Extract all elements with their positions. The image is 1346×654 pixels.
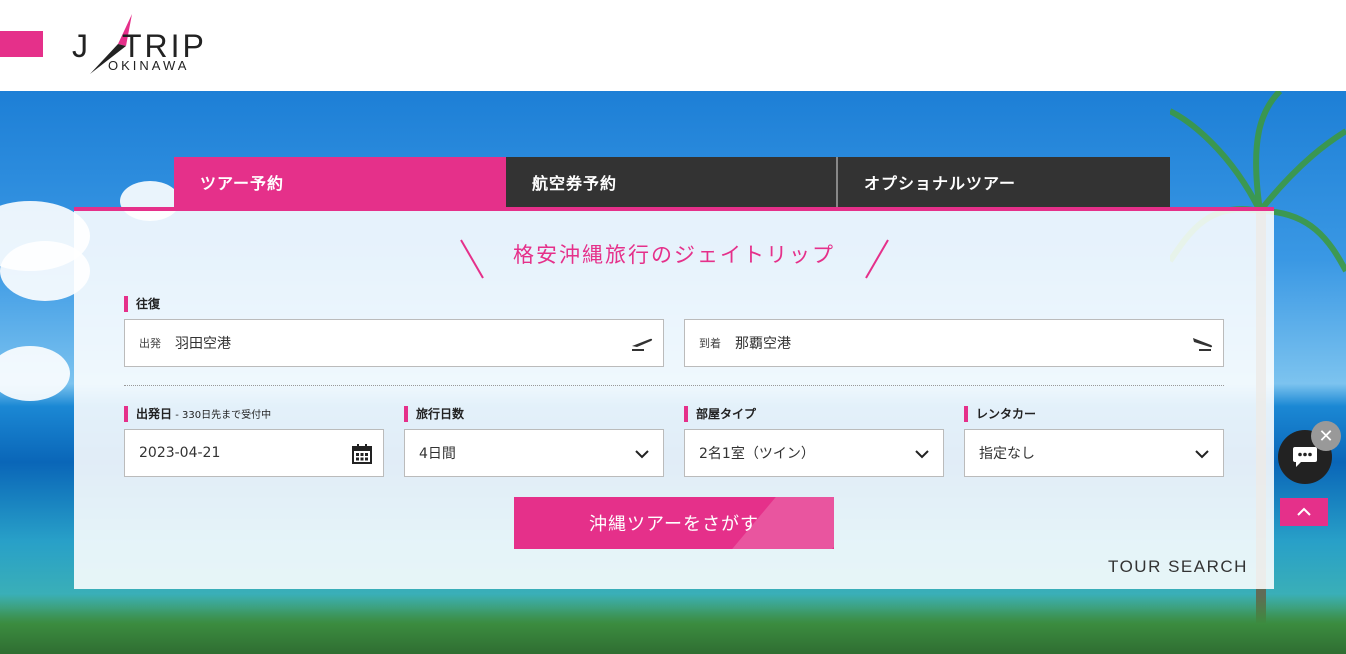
site-header: J TRIP OKINAWA bbox=[0, 0, 1346, 91]
panel-title: 格安沖縄旅行のジェイトリップ bbox=[513, 243, 835, 267]
shoreline-trees bbox=[0, 594, 1346, 654]
departure-date-input[interactable]: 2023-04-21 bbox=[124, 429, 384, 477]
cloud bbox=[0, 346, 70, 401]
tab-tour-booking[interactable]: ツアー予約 bbox=[174, 157, 506, 207]
rentacar-value: 指定なし bbox=[979, 446, 1035, 462]
site-logo[interactable]: J TRIP OKINAWA bbox=[72, 14, 232, 76]
chat-icon bbox=[1293, 447, 1317, 467]
chat-close-button[interactable]: ✕ bbox=[1311, 421, 1341, 451]
departure-date-label: 出発日 - 330日先まで受付中 bbox=[124, 406, 271, 422]
plane-takeoff-icon bbox=[631, 334, 653, 354]
trip-days-label-text: 旅行日数 bbox=[416, 407, 465, 421]
rentacar-label: レンタカー bbox=[964, 406, 1036, 422]
arrival-value: 那覇空港 bbox=[735, 336, 791, 352]
trip-days-select[interactable]: 4日間 bbox=[404, 429, 664, 477]
departure-date-note: - 330日先まで受付中 bbox=[172, 410, 272, 421]
room-type-label-text: 部屋タイプ bbox=[696, 407, 757, 421]
booking-tabs: ツアー予約 航空券予約 オプショナルツアー bbox=[174, 157, 1170, 207]
tab-optional-tour[interactable]: オプショナルツアー bbox=[838, 157, 1170, 207]
section-divider bbox=[124, 385, 1224, 386]
arrival-airport-select[interactable]: 到着 那覇空港 bbox=[684, 319, 1224, 367]
departure-prefix: 出発 bbox=[139, 337, 161, 350]
search-tour-button-label: 沖縄ツアーをさがす bbox=[589, 514, 759, 535]
logo-subtitle: OKINAWA bbox=[108, 58, 190, 73]
departure-airport-select[interactable]: 出発 羽田空港 bbox=[124, 319, 664, 367]
plane-landing-icon bbox=[1191, 334, 1213, 354]
search-tour-button[interactable]: 沖縄ツアーをさがす bbox=[514, 497, 834, 549]
chevron-up-icon bbox=[1297, 507, 1311, 516]
tour-search-caption: TOUR SEARCH bbox=[1108, 557, 1248, 576]
rentacar-label-text: レンタカー bbox=[976, 407, 1037, 421]
tab-flight-booking[interactable]: 航空券予約 bbox=[506, 157, 838, 207]
departure-value: 羽田空港 bbox=[175, 336, 231, 352]
room-type-label: 部屋タイプ bbox=[684, 406, 756, 422]
departure-date-value: 2023-04-21 bbox=[139, 445, 221, 461]
arrival-prefix: 到着 bbox=[699, 337, 721, 350]
tour-search-panel: 格安沖縄旅行のジェイトリップ 往復 出発 羽田空港 到着 那覇空港 出発日 - … bbox=[74, 207, 1274, 589]
menu-bar-accent[interactable] bbox=[0, 31, 43, 57]
back-to-top-button[interactable] bbox=[1280, 498, 1328, 526]
close-icon: ✕ bbox=[1318, 425, 1334, 447]
departure-date-label-text: 出発日 bbox=[136, 407, 173, 421]
room-type-value: 2名1室（ツイン） bbox=[699, 446, 815, 462]
route-label: 往復 bbox=[124, 296, 160, 312]
route-label-text: 往復 bbox=[136, 297, 161, 311]
chevron-down-icon bbox=[911, 444, 933, 464]
room-type-select[interactable]: 2名1室（ツイン） bbox=[684, 429, 944, 477]
calendar-icon bbox=[351, 444, 373, 464]
trip-days-value: 4日間 bbox=[419, 446, 456, 462]
chevron-down-icon bbox=[1191, 444, 1213, 464]
chevron-down-icon bbox=[631, 444, 653, 464]
rentacar-select[interactable]: 指定なし bbox=[964, 429, 1224, 477]
trip-days-label: 旅行日数 bbox=[404, 406, 464, 422]
